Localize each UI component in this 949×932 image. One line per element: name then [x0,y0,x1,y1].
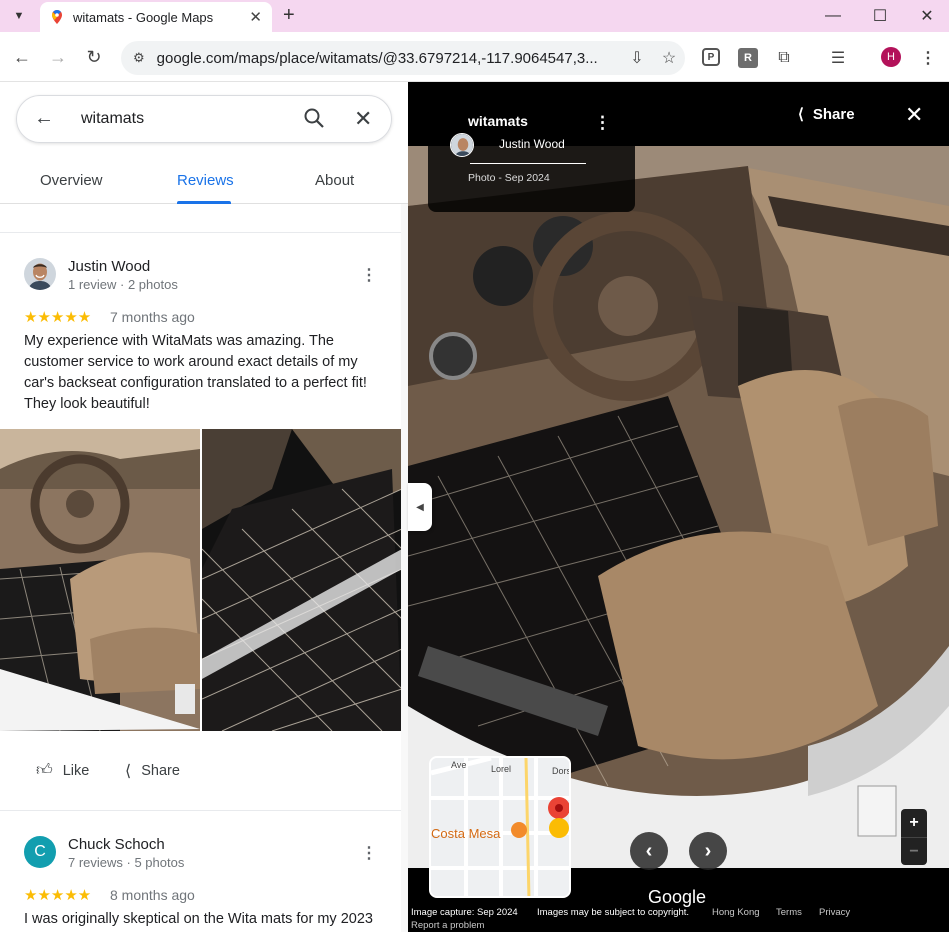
forward-arrow-icon[interactable]: → [45,44,71,70]
image-capture-text: Image capture: Sep 2024 [411,907,518,918]
install-app-icon[interactable]: ⇩ [621,48,653,68]
region-link[interactable]: Hong Kong [712,907,760,918]
tab-reviews[interactable]: Reviews [177,172,234,189]
new-tab-icon[interactable]: + [283,4,295,27]
tab-search-button[interactable]: ▼ [8,5,30,27]
review-card: C Chuck Schoch 7 reviews · 5 photos ⋮ ★★… [0,812,403,932]
review-card: Justin Wood 1 review · 2 photos ⋮ ★★★★★ … [0,234,403,812]
share-button[interactable]: ⟨ Share [798,105,855,124]
previous-photo-button[interactable]: ‹ [630,832,668,870]
review-photo-1[interactable] [0,429,200,731]
tab-overview[interactable]: Overview [40,172,103,189]
like-button[interactable]: 👍︎ Like [36,761,89,780]
next-photo-button[interactable]: › [689,832,727,870]
review-text: My experience with WitaMats was amazing.… [24,333,367,412]
thumbs-up-icon: 👍︎ [36,762,53,779]
minimize-icon[interactable]: — [811,0,855,32]
zoom-in-icon[interactable]: + [901,809,927,837]
photo-date: Photo - Sep 2024 [468,172,550,184]
close-viewer-icon[interactable]: ✕ [905,102,923,128]
reload-icon[interactable]: ↻ [81,44,107,70]
back-arrow-icon[interactable]: ← [34,107,54,130]
terms-link[interactable]: Terms [776,907,802,918]
collapse-panel-button[interactable]: ◀ [408,483,432,531]
review-text: I was originally skeptical on the Wita m… [24,911,373,927]
extension-p-icon[interactable]: P [702,48,720,66]
review-date: 8 months ago [110,887,195,903]
place-title: witamats [468,113,528,129]
mini-map[interactable]: Ave Lorel Dors Costa Mesa [429,756,571,898]
review-photo-2[interactable] [202,429,402,731]
like-label: Like [62,762,90,779]
reviewer-meta: 1 review · 2 photos [68,277,178,292]
star-rating: ★★★★★ [24,887,92,904]
reviewer-name[interactable]: Chuck Schoch [68,836,165,853]
url-text[interactable]: google.com/maps/place/witamats/@33.67972… [157,50,621,67]
privacy-link[interactable]: Privacy [819,907,850,918]
reviewer-meta: 7 reviews · 5 photos [68,855,185,870]
browser-tab[interactable]: witamats - Google Maps ✕ [40,2,272,32]
close-tab-icon[interactable]: ✕ [249,8,262,26]
photo-viewer: witamats ⋮ Justin Wood Photo - Sep 2024 … [408,82,949,932]
search-input[interactable]: witamats [81,110,144,128]
share-label: Share [141,763,180,779]
reading-list-icon[interactable]: ☰ [828,48,848,68]
share-icon: ⟨ [798,106,804,123]
active-tab-indicator [177,201,231,204]
browser-tabbar: ▼ witamats - Google Maps ✕ + — ☐ ✕ [0,0,949,32]
reviewer-avatar[interactable]: C [24,836,56,868]
star-rating: ★★★★★ [24,309,92,326]
divider [0,810,403,811]
more-options-icon[interactable]: ⋮ [361,265,377,285]
share-label: Share [812,105,855,123]
copyright-text: Images may be subject to copyright. [537,907,690,918]
place-tabs: Overview Reviews About [0,160,408,204]
place-panel: ← witamats ✕ Overview Reviews About Just… [0,82,408,932]
map-street-label: Dors [552,766,571,776]
tab-title: witamats - Google Maps [73,9,214,25]
browser-toolbar: ← → ↻ ⚙ google.com/maps/place/witamats/@… [0,32,949,82]
review-date: 7 months ago [110,309,195,325]
author-underline [470,163,586,164]
more-options-icon[interactable]: ⋮ [361,843,377,863]
browser-menu-icon[interactable]: ⋮ [918,48,938,68]
extension-r-icon[interactable]: R [738,48,758,68]
zoom-control: + − [901,809,927,865]
search-icon[interactable] [303,107,325,129]
reviewer-avatar[interactable] [24,258,56,290]
tab-about[interactable]: About [315,172,354,189]
site-info-icon[interactable]: ⚙ [133,50,145,66]
more-options-icon[interactable]: ⋮ [594,113,611,133]
share-review-button[interactable]: ⟨ Share [125,761,180,781]
author-avatar[interactable] [450,133,474,157]
author-name[interactable]: Justin Wood [499,137,565,151]
map-street-label: Ave [451,760,467,770]
extensions-puzzle-icon[interactable]: ⧉ [774,48,794,68]
map-city-label: Costa Mesa [431,826,501,841]
reviewer-name[interactable]: Justin Wood [68,258,150,275]
divider [0,232,403,233]
scrollbar[interactable] [401,204,408,932]
report-problem-link[interactable]: Report a problem [411,920,484,931]
map-street-label: Lorel [491,764,512,774]
zoom-out-icon[interactable]: − [901,837,927,865]
search-box[interactable]: ← witamats ✕ [16,95,392,143]
window-close-icon[interactable]: ✕ [905,0,949,32]
address-bar[interactable]: ⚙ google.com/maps/place/witamats/@33.679… [121,41,685,75]
maximize-icon[interactable]: ☐ [858,0,902,32]
share-icon: ⟨ [125,763,132,780]
profile-avatar[interactable]: H [881,47,901,67]
google-logo: Google [648,887,707,907]
clear-search-icon[interactable]: ✕ [354,106,372,132]
back-arrow-icon[interactable]: ← [9,44,35,70]
bookmark-star-icon[interactable]: ☆ [653,48,685,68]
google-maps-favicon-icon [52,10,62,24]
